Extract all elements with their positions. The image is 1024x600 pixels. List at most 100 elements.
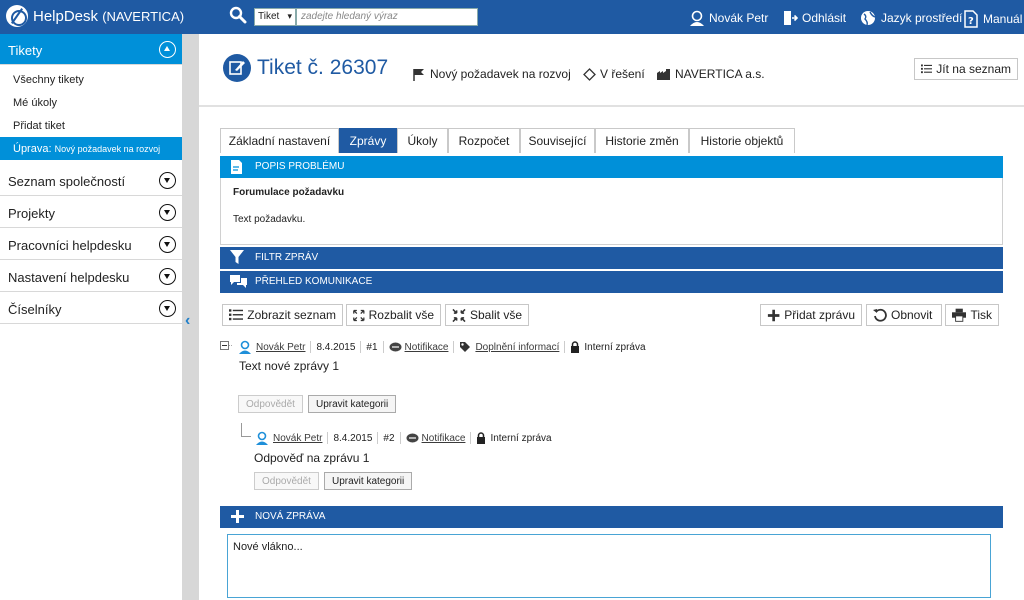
sidebar-collapse-handle[interactable]: ‹ bbox=[182, 34, 199, 600]
tab-object-history[interactable]: Historie objektů bbox=[689, 128, 795, 153]
message-number: #2 bbox=[383, 432, 395, 444]
user-profile-link[interactable]: Novák Petr bbox=[689, 10, 768, 26]
plus-icon bbox=[767, 309, 780, 321]
tab-basic-settings[interactable]: Základní nastavení bbox=[220, 128, 339, 153]
search-icon[interactable] bbox=[229, 6, 247, 24]
chevron-down-icon[interactable] bbox=[159, 236, 176, 253]
manual-button[interactable]: ? Manuál bbox=[963, 10, 1022, 28]
user-icon bbox=[690, 10, 704, 26]
notification-icon bbox=[389, 342, 402, 352]
refresh-button[interactable]: Obnovit bbox=[866, 304, 942, 326]
chevron-left-icon[interactable]: ‹ bbox=[185, 312, 190, 330]
sidebar: Tikety Všechny tikety Mé úkoly Přidat ti… bbox=[0, 34, 182, 600]
message-notification-link[interactable]: Notifikace bbox=[422, 433, 466, 444]
message-author-link[interactable]: Novák Petr bbox=[273, 433, 322, 444]
top-bar: HelpDesk (NAVERTICA) Tiket zadejte hleda… bbox=[0, 0, 1024, 34]
sidebar-section-companies[interactable]: Seznam společností bbox=[0, 165, 182, 196]
logout-label: Odhlásit bbox=[802, 11, 847, 25]
flag-icon bbox=[413, 68, 424, 81]
chat-bubbles-icon bbox=[230, 275, 247, 288]
chevron-down-icon[interactable] bbox=[159, 268, 176, 285]
sidebar-section-projects[interactable]: Projekty bbox=[0, 197, 182, 228]
show-list-label: Zobrazit seznam bbox=[247, 308, 336, 322]
sidebar-item-edit-ticket[interactable]: Úprava: Nový požadavek na rozvoj bbox=[0, 137, 182, 160]
language-button[interactable]: Jazyk prostředí bbox=[860, 10, 962, 26]
new-message-header[interactable]: NOVÁ ZPRÁVA bbox=[220, 506, 1003, 528]
user-name: Novák Petr bbox=[709, 11, 769, 25]
message-number: #1 bbox=[366, 341, 378, 353]
show-list-button[interactable]: Zobrazit seznam bbox=[222, 304, 343, 326]
chevron-down-icon[interactable] bbox=[159, 300, 176, 317]
tag-icon bbox=[460, 342, 471, 352]
tab-messages[interactable]: Zprávy bbox=[339, 128, 397, 153]
ticket-company: NAVERTICA a.s. bbox=[656, 67, 765, 81]
thread-connector bbox=[241, 423, 251, 437]
tab-tasks[interactable]: Úkoly bbox=[397, 128, 448, 153]
chevron-up-icon[interactable] bbox=[159, 41, 176, 58]
message-category-link[interactable]: Doplnění informací bbox=[475, 342, 559, 353]
reply-button[interactable]: Odpovědět bbox=[238, 395, 303, 413]
collapse-arrows-icon bbox=[452, 308, 466, 322]
ticket-company-label: NAVERTICA a.s. bbox=[675, 67, 765, 81]
user-icon bbox=[256, 431, 268, 445]
document-edit-icon bbox=[231, 160, 242, 174]
svg-text:?: ? bbox=[968, 16, 974, 27]
ticket-type-label: Nový požadavek na rozvoj bbox=[430, 67, 571, 81]
tab-budget[interactable]: Rozpočet bbox=[448, 128, 520, 153]
communication-overview-header[interactable]: PŘEHLED KOMUNIKACE bbox=[220, 271, 1003, 293]
message-author-link[interactable]: Novák Petr bbox=[256, 342, 305, 353]
sidebar-section-helpdesk-staff[interactable]: Pracovníci helpdesku bbox=[0, 229, 182, 260]
app-title-sub: (NAVERTICA) bbox=[102, 9, 185, 24]
notification-icon bbox=[406, 433, 419, 443]
sidebar-section-label: Seznam společností bbox=[8, 174, 126, 189]
language-label: Jazyk prostředí bbox=[881, 11, 963, 25]
problem-text: Text požadavku. bbox=[233, 214, 306, 225]
message-visibility: Interní zpráva bbox=[490, 432, 552, 444]
message-date: 8.4.2015 bbox=[316, 341, 356, 353]
list-icon bbox=[921, 64, 933, 74]
problem-description-header[interactable]: POPIS PROBLÉMU bbox=[220, 156, 1003, 178]
edit-category-button[interactable]: Upravit kategorii bbox=[324, 472, 413, 490]
sidebar-section-tickets[interactable]: Tikety bbox=[0, 34, 182, 65]
print-button[interactable]: Tisk bbox=[945, 304, 999, 326]
message-filter-header[interactable]: FILTR ZPRÁV bbox=[220, 247, 1003, 269]
message-notification-link[interactable]: Notifikace bbox=[405, 342, 449, 353]
chevron-down-icon[interactable] bbox=[159, 172, 176, 189]
go-to-list-button[interactable]: Jít na seznam bbox=[914, 58, 1018, 80]
ticket-status-label: V řešení bbox=[600, 67, 645, 81]
sidebar-item-my-tasks[interactable]: Mé úkoly bbox=[0, 91, 182, 114]
page-title: Tiket č. 26307 bbox=[257, 56, 389, 79]
print-label: Tisk bbox=[970, 308, 992, 322]
tab-change-history[interactable]: Historie změn bbox=[595, 128, 689, 153]
sidebar-section-label: Číselníky bbox=[8, 302, 62, 317]
new-message-textarea[interactable]: Nové vlákno... bbox=[227, 534, 991, 598]
edit-category-button[interactable]: Upravit kategorii bbox=[308, 395, 397, 413]
sidebar-section-label: Nastavení helpdesku bbox=[8, 270, 130, 285]
message-filter-title: FILTR ZPRÁV bbox=[255, 252, 319, 263]
expand-all-button[interactable]: Rozbalit vše bbox=[346, 304, 441, 326]
logout-button[interactable]: Odhlásit bbox=[783, 10, 846, 26]
sidebar-section-helpdesk-settings[interactable]: Nastavení helpdesku bbox=[0, 261, 182, 292]
plus-icon bbox=[231, 510, 244, 523]
manual-label: Manuál bbox=[983, 12, 1023, 26]
help-document-icon: ? bbox=[964, 10, 978, 28]
collapse-all-button[interactable]: Sbalit vše bbox=[445, 304, 529, 326]
ticket-header: Tiket č. 26307 Nový požadavek na rozvoj … bbox=[199, 34, 1024, 107]
sidebar-item-all-tickets[interactable]: Všechny tikety bbox=[0, 68, 182, 91]
reply-button[interactable]: Odpovědět bbox=[254, 472, 319, 490]
globe-icon bbox=[861, 11, 876, 26]
problem-description-panel: Forumulace požadavku Text požadavku. bbox=[220, 178, 1003, 245]
add-message-button[interactable]: Přidat zprávu bbox=[760, 304, 862, 326]
tab-related[interactable]: Související bbox=[520, 128, 595, 153]
sidebar-item-add-ticket[interactable]: Přidat tiket bbox=[0, 114, 182, 137]
refresh-icon bbox=[873, 308, 887, 322]
helpdesk-logo-icon bbox=[6, 5, 28, 27]
search-type-select[interactable]: Tiket bbox=[254, 8, 296, 26]
sidebar-section-codelists[interactable]: Číselníky bbox=[0, 293, 182, 324]
tree-collapse-icon[interactable] bbox=[220, 341, 232, 353]
search-input[interactable]: zadejte hledaný výraz bbox=[296, 8, 478, 26]
sidebar-item-detail: Nový požadavek na rozvoj bbox=[54, 144, 161, 154]
sidebar-section-label: Pracovníci helpdesku bbox=[8, 238, 132, 253]
chevron-down-icon[interactable] bbox=[159, 204, 176, 221]
expand-all-label: Rozbalit vše bbox=[368, 308, 434, 322]
